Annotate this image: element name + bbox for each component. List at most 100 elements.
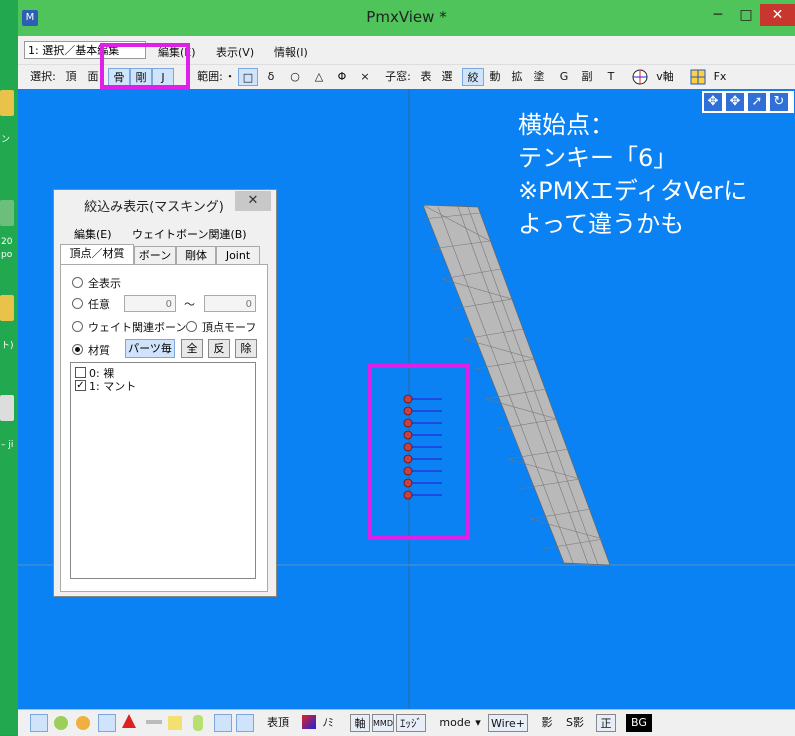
color-icon[interactable] [302,715,316,729]
dialog-menu-weight-bone[interactable]: ウェイトボーン関連(B) [132,226,247,242]
subwin-table-button[interactable]: 表 [418,68,434,86]
3d-viewport[interactable]: ✥ ✥ ➚ ↻ 横始点： テンキー「6」 ※PMXエディタVerに よって違うか… [18,89,795,709]
status-bar: 表頂 ﾉﾐ 軸 MMD ｴｯｼﾞ mode ▾ Wire+ 影 S影 正 BG [18,709,795,736]
file-icon[interactable] [0,395,14,421]
surface-vertex-label[interactable]: 表頂 [264,714,292,732]
range-to-field[interactable]: 0 [204,295,256,312]
window-title: PmxView * [366,8,447,26]
all-button[interactable]: 全 [181,339,203,358]
subwin-scale-button[interactable]: 拡 [509,68,525,86]
folder-icon[interactable] [0,90,14,116]
fx-button[interactable]: Fx [710,68,730,86]
subwin-t-button[interactable]: T [603,68,619,86]
select-label: 選択: [30,70,56,83]
range-cross-button[interactable]: × [358,68,372,86]
annotation-line: テンキー「6」 [518,144,678,172]
menu-view[interactable]: 表示(V) [216,44,254,60]
subwin-paint-button[interactable]: 塗 [531,68,547,86]
range-delta-button[interactable]: δ [263,68,279,86]
sphere-icon[interactable] [236,714,254,732]
masking-dialog: 絞込み表示(マスキング) ✕ 編集(E) ウェイトボーン関連(B) 頂点／材質 … [53,189,277,597]
range-rect-button[interactable]: □ [238,68,258,86]
vertex-morph-label: 頂点モーフ [202,321,257,334]
capsule-icon[interactable] [193,715,203,731]
dialog-menu-edit[interactable]: 編集(E) [74,226,112,242]
subwin-select-button[interactable]: 選 [439,68,455,86]
invert-button[interactable]: 反 [208,339,230,358]
maximize-button[interactable]: □ [732,4,760,26]
pmxview-window: M PmxView * ─ □ ✕ 1: 選択／基本編集 編集(E) 表示(V)… [18,0,795,736]
bone-display-icon[interactable] [54,716,68,730]
any-label: 任意 [88,298,110,311]
range-triangle-button[interactable]: △ [311,68,327,86]
toolbar: 選択: 頂 面 骨 剛 J 範囲: ・ □ δ ○ △ Φ × 子窓: 表 選 … [18,43,795,89]
self-shadow-button[interactable]: S影 [562,714,588,732]
shadow-button[interactable]: 影 [538,714,556,732]
close-button[interactable]: ✕ [760,4,795,26]
file-icon[interactable] [0,200,14,226]
radio-weight-bone[interactable] [72,321,83,332]
nomi-label[interactable]: ﾉﾐ [320,714,336,732]
rigid-display-icon[interactable] [76,716,90,730]
mode-label[interactable]: mode [438,714,472,732]
desktop-label: ト) [1,341,14,351]
material-item-label: 1: マント [89,380,137,393]
target-icon[interactable] [632,69,648,85]
pattern-icon[interactable] [168,716,182,730]
material-list[interactable]: 0: 裸 ✓ 1: マント [70,362,256,579]
remove-button[interactable]: 除 [235,339,257,358]
range-circle-button[interactable]: ○ [287,68,303,86]
material-checkbox[interactable]: ✓ [75,380,86,391]
range-phi-button[interactable]: Φ [334,68,350,86]
radio-show-all[interactable] [72,277,83,288]
subwin-sub-button[interactable]: 副 [579,68,595,86]
subwin-motion-button[interactable]: 動 [487,68,503,86]
correct-button[interactable]: 正 [596,714,616,732]
annotation-text: 横始点： テンキー「6」 ※PMXエディタVerに よって違うかも [518,109,788,241]
morph-icon[interactable] [214,714,232,732]
material-checkbox[interactable] [75,367,86,378]
axis-view-button[interactable]: v軸 [652,68,678,86]
tab-vertex-material[interactable]: 頂点／材質 [60,244,134,265]
desktop-label: – ji [1,440,14,450]
highlight-box [100,43,190,89]
annotation-line: よって違うかも [518,210,685,238]
show-all-label: 全表示 [88,277,121,290]
annotation-line: ※PMXエディタVerに [518,177,748,205]
range-point-button[interactable]: ・ [224,68,236,86]
menu-info[interactable]: 情報(I) [274,44,308,60]
line-icon[interactable] [146,720,162,724]
desktop-label: ン [1,135,11,145]
grid-icon[interactable] [690,69,706,85]
minimize-button[interactable]: ─ [704,4,732,26]
range-separator: 〜 [184,298,195,311]
vertex-display-icon[interactable] [30,714,48,732]
desktop-label: 20 [1,237,13,247]
bg-button[interactable]: BG [626,714,652,732]
desktop-strip: ン 20 po ト) – ji [0,0,20,735]
dialog-close-button[interactable]: ✕ [235,191,271,211]
axis-button[interactable]: 軸 [350,714,370,732]
range-from-field[interactable]: 0 [124,295,176,312]
subwin-group-button[interactable]: G [556,68,572,86]
radio-any[interactable] [72,298,83,309]
joint-display-icon[interactable] [98,714,116,732]
mode-dropdown-icon[interactable]: ▾ [473,714,483,732]
tab-bone[interactable]: ボーン [134,246,176,264]
radio-material[interactable] [72,344,83,355]
edge-button[interactable]: ｴｯｼﾞ [396,714,426,732]
weight-bone-label: ウェイト関連ボーン [88,321,187,334]
wire-button[interactable]: Wire+ [488,714,528,732]
subwin-mask-button[interactable]: 絞 [462,68,484,86]
radio-vertex-morph[interactable] [186,321,197,332]
tab-joint[interactable]: Joint [216,246,260,264]
subwindow-label: 子窓: [385,70,411,83]
select-vertex-button[interactable]: 頂 [62,68,80,86]
tab-rigid[interactable]: 剛体 [176,246,216,264]
mmd-button[interactable]: MMD [372,714,394,732]
folder-icon[interactable] [0,295,14,321]
per-part-button[interactable]: パーツ毎 [125,339,175,358]
desktop-label: po [1,250,13,260]
title-bar[interactable]: M PmxView * ─ □ ✕ [18,0,795,36]
triangle-icon[interactable] [122,714,136,728]
